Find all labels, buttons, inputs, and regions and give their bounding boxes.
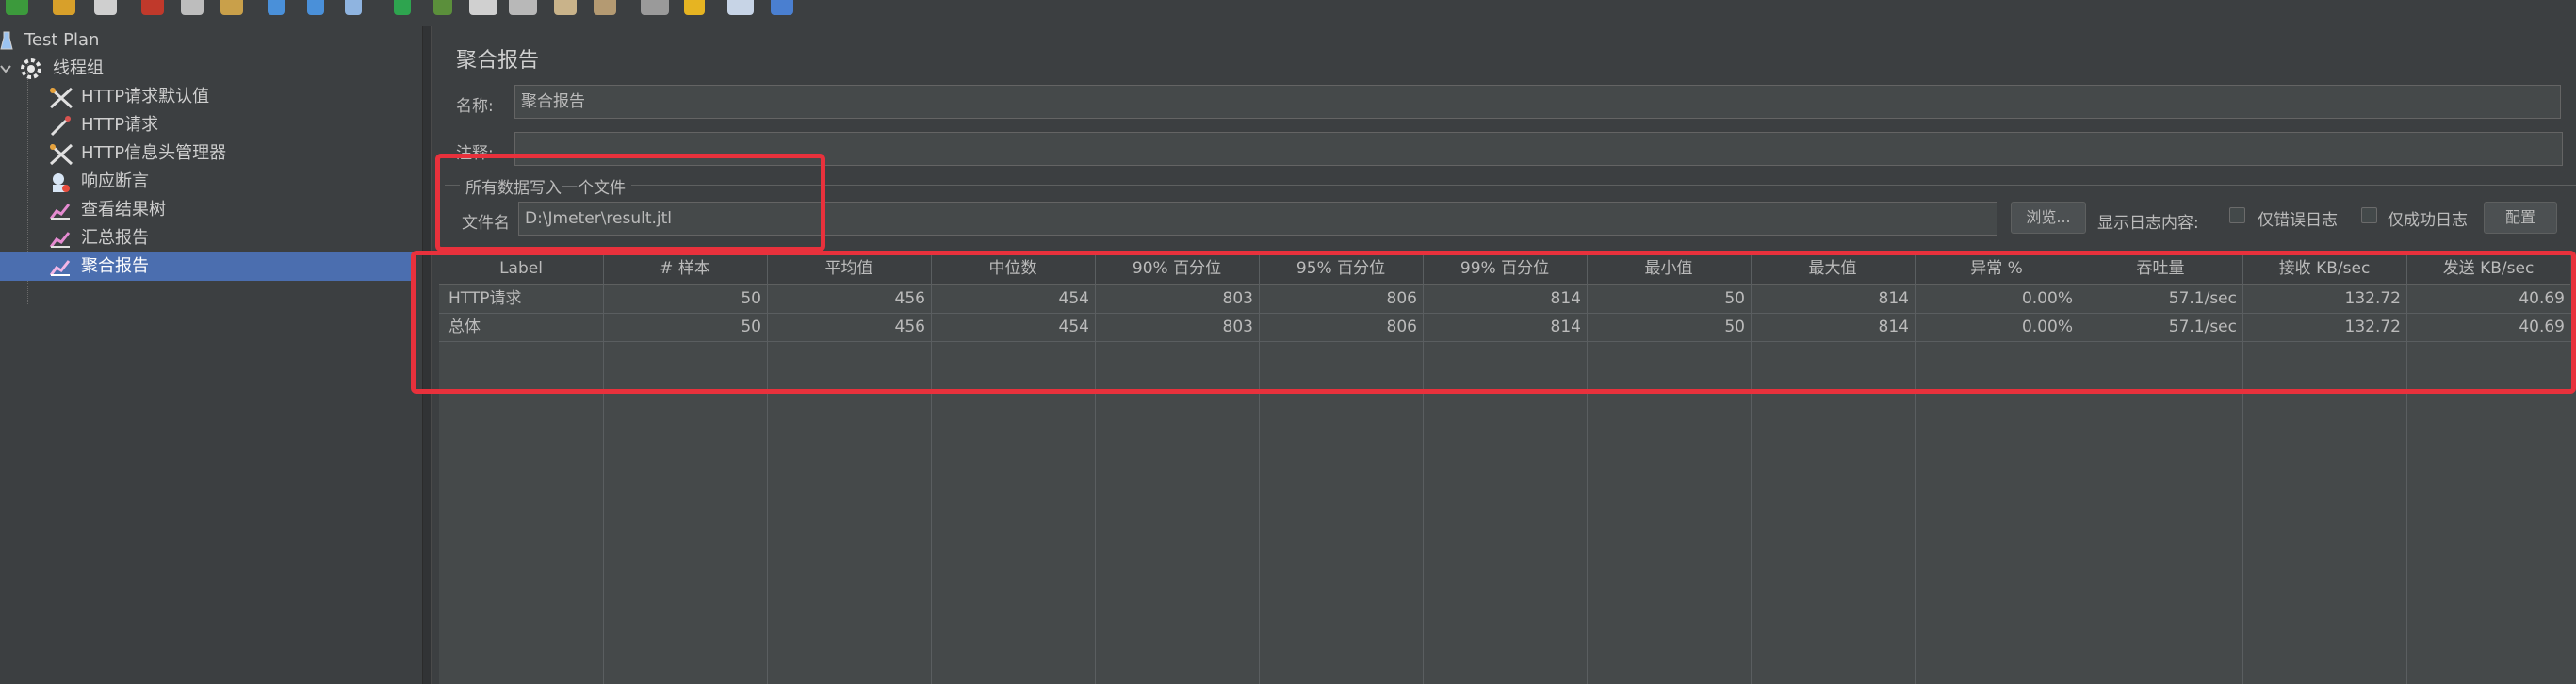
log-content-label: 显示日志内容: [2097, 214, 2199, 233]
toggle-icon[interactable] [345, 0, 362, 15]
highlight-box-file-settings [435, 154, 825, 252]
tree-item-label: Test Plan [24, 30, 100, 50]
errors-only-checkbox[interactable] [2229, 207, 2245, 223]
new-icon[interactable] [6, 0, 28, 15]
tree-item-label: 查看结果树 [81, 200, 166, 220]
tree-item-label: 线程组 [53, 58, 104, 78]
collapse-icon[interactable] [307, 0, 324, 15]
expand-icon[interactable] [268, 0, 285, 15]
tree-item-response-assertion[interactable]: 响应断言 [0, 168, 415, 196]
name-label: 名称: [456, 97, 494, 116]
cut-icon[interactable] [141, 0, 164, 15]
configure-button[interactable]: 配置 [2484, 202, 2557, 234]
copy-icon[interactable] [181, 0, 204, 15]
page-title: 聚合报告 [456, 49, 540, 73]
shutdown-icon[interactable] [509, 0, 537, 15]
save-icon[interactable] [94, 0, 117, 15]
toolbar [0, 0, 2576, 17]
tree-item-aggregate-report[interactable]: 聚合报告 [0, 252, 415, 281]
tree-item-label: HTTP信息头管理器 [81, 143, 227, 163]
wrench-icon [49, 143, 73, 166]
tree-item-label: 汇总报告 [81, 228, 149, 248]
stop-icon[interactable] [469, 0, 497, 15]
chart-icon [49, 228, 71, 249]
tree-item-label: HTTP请求 [81, 115, 159, 135]
start-icon[interactable] [394, 0, 411, 15]
success-only-label: 仅成功日志 [2388, 211, 2468, 230]
function-helper-icon[interactable] [727, 0, 754, 15]
assertion-icon [49, 171, 70, 192]
start-no-pause-icon[interactable] [433, 0, 452, 15]
chart-icon [49, 256, 71, 277]
tree-item-header-manager[interactable]: HTTP信息头管理器 [0, 139, 415, 168]
tree-item-label: 响应断言 [81, 171, 149, 191]
chart-icon [49, 200, 71, 220]
gear-icon [19, 58, 41, 79]
reset-search-icon[interactable] [684, 0, 705, 15]
tree-item-label: HTTP请求默认值 [81, 87, 210, 106]
search-icon[interactable] [641, 0, 669, 15]
tree-item-test-plan[interactable]: Test Plan [0, 26, 415, 55]
tree-item-http-request[interactable]: HTTP请求 [0, 111, 415, 139]
flask-icon [0, 30, 21, 51]
open-icon[interactable] [53, 0, 75, 15]
test-plan-tree: Test Plan 线程组 HTTP请求默认值 HTTP请求 HTTP信息头管理… [0, 26, 415, 684]
success-only-checkbox[interactable] [2361, 207, 2377, 223]
tree-item-thread-group[interactable]: 线程组 [0, 55, 415, 83]
chevron-down-icon[interactable] [0, 58, 11, 79]
paste-icon[interactable] [220, 0, 243, 15]
pipette-icon [49, 115, 71, 137]
name-field[interactable]: 聚合报告 [514, 85, 2561, 119]
highlight-box-results-table [411, 251, 2576, 394]
tree-item-http-defaults[interactable]: HTTP请求默认值 [0, 83, 415, 111]
clear-all-icon[interactable] [594, 0, 616, 15]
wrench-icon [49, 87, 73, 109]
errors-only-label: 仅错误日志 [2258, 211, 2338, 230]
tree-item-label: 聚合报告 [81, 256, 149, 276]
clear-icon[interactable] [554, 0, 577, 15]
browse-button[interactable]: 浏览... [2011, 202, 2086, 234]
tree-item-view-results-tree[interactable]: 查看结果树 [0, 196, 415, 224]
tree-item-summary-report[interactable]: 汇总报告 [0, 224, 415, 252]
help-icon[interactable] [771, 0, 793, 15]
